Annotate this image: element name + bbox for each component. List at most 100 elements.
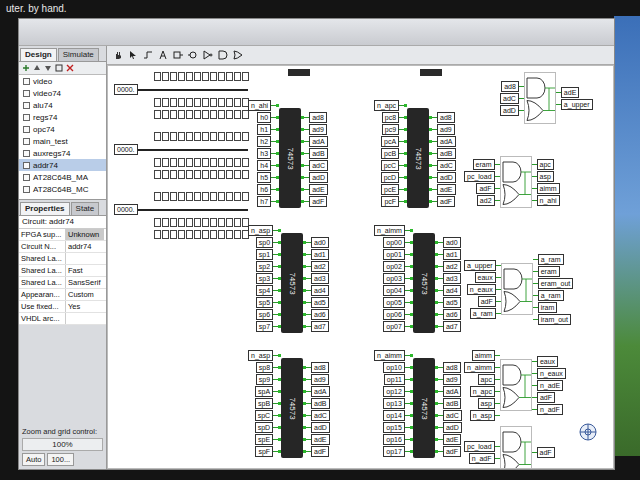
tunnel-label[interactable]: ad7 [443,321,461,332]
tunnel-label[interactable]: op05 [383,297,405,308]
tunnel-label[interactable]: spB [255,398,273,409]
tunnel-label[interactable]: spF [255,446,273,457]
property-row[interactable]: Shared La... Fast [19,265,106,277]
tunnel-label[interactable]: ad4 [311,285,329,296]
tunnel-label[interactable]: op14 [383,410,405,421]
bus-splitter[interactable]: 0000. [114,132,249,179]
tunnel-label[interactable]: spA [255,386,273,397]
property-row[interactable]: Appearan... Custom [19,289,106,301]
tunnel-label[interactable]: n_adE [537,380,563,391]
logic-block[interactable]: ad8adCadD adEa_upper [500,72,593,124]
tunnel-label[interactable]: sp9 [256,374,273,385]
tunnel-label[interactable]: adF [476,183,494,194]
tunnel-label[interactable]: adD [443,422,462,433]
tunnel-label[interactable]: op11 [384,374,405,385]
tunnel-label[interactable]: a_upper [464,260,496,271]
tunnel-label[interactable]: op13 [383,398,405,409]
tunnel-label[interactable]: h7 [257,196,271,207]
tunnel-label[interactable]: ad1 [311,249,329,260]
logic-block[interactable]: pc_loadn_adF adF [464,426,555,469]
tunnel-label[interactable]: n_aimm [464,362,495,373]
tree-item[interactable]: addr74 [19,159,106,171]
tunnel-label[interactable]: ad0 [443,237,461,248]
zoom-field[interactable]: 100... [47,453,74,466]
tunnel-label[interactable]: adE [561,87,579,98]
tunnel-label[interactable]: adD [500,105,519,116]
tunnel-label[interactable]: asp [478,398,495,409]
bus-label[interactable]: 0000. [114,144,138,155]
down-icon[interactable] [44,64,52,72]
property-row[interactable]: Shared La... [19,253,106,265]
tree-item[interactable]: opc74 [19,123,106,135]
tunnel-label[interactable]: adF [478,296,496,307]
tunnel-label[interactable]: h2 [257,136,271,147]
tree-item[interactable]: AT28C64B_MA [19,171,106,183]
tunnel-label[interactable]: n_aimm [374,350,405,361]
tunnel-label[interactable]: eaux [475,272,496,283]
tunnel-label[interactable]: n_adF [469,453,495,464]
tunnel-label[interactable]: sp0 [256,237,273,248]
latch-chip[interactable]: n_ahi h0h1h2h3h4h5h6h7 74573 ad8ad9adAad… [248,100,328,208]
tunnel-label[interactable]: pc_load [464,171,495,182]
latch-chip[interactable]: n_aimm op10op11op12op13op14op15op16op17 … [374,350,462,458]
tunnel-label[interactable]: adB [311,398,329,409]
tunnel-label[interactable]: adE [309,184,327,195]
tunnel-label[interactable]: pcC [381,160,399,171]
navigate-icon[interactable] [578,422,598,442]
tunnel-label[interactable]: sp5 [256,297,273,308]
tunnel-label[interactable]: adC [309,160,328,171]
tree-item[interactable]: video74 [19,87,106,99]
tunnel-label[interactable]: adB [443,398,461,409]
tunnel-label[interactable]: op12 [383,386,405,397]
pointer-icon[interactable] [128,50,138,60]
latch-chip[interactable]: n_asp sp8sp9spAspBspCspDspEspF 74573 ad8… [248,350,330,458]
tunnel-label[interactable]: n_asp [248,350,273,361]
tunnel-label[interactable]: adB [437,148,455,159]
tunnel-label[interactable]: eram [538,266,560,277]
tunnel-label[interactable]: op10 [383,362,405,373]
circuit-canvas[interactable]: 0000. 0000. 0000. n_ahi h0h1h2h3h4h5h6h7… [107,65,614,469]
tree-item[interactable]: AT28C64B_MC [19,183,106,195]
tunnel-label[interactable]: apc [537,159,554,170]
tunnel-label[interactable]: pcA [381,136,399,147]
tunnel-label[interactable]: adF [537,447,555,458]
tunnel-label[interactable]: op07 [383,321,405,332]
tunnel-label[interactable]: h3 [257,148,271,159]
tunnel-label[interactable]: ad6 [443,309,461,320]
tunnel-label[interactable]: adA [309,136,327,147]
tunnel-label[interactable]: n_asp [248,225,273,236]
up-icon[interactable] [33,64,41,72]
wire-icon[interactable] [143,50,153,60]
tunnel-label[interactable]: a_ram [470,308,496,319]
tunnel-label[interactable]: ad2 [443,261,461,272]
bus-splitter[interactable]: 0000. [114,192,249,239]
tunnel-label[interactable]: op01 [383,249,405,260]
tunnel-label[interactable]: adF [437,196,455,207]
tunnel-label[interactable]: ad8 [501,81,519,92]
tunnel-label[interactable]: n_apc [374,100,399,111]
tunnel-label[interactable]: adE [311,434,329,445]
tunnel-label[interactable]: ad8 [437,112,455,123]
latch-chip[interactable]: n_aimm op00op01op02op03op04op05op06op07 … [374,225,461,333]
tunnel-label[interactable]: sp6 [256,309,273,320]
input-pin-icon[interactable] [173,50,183,60]
tunnel-label[interactable]: ad8 [311,362,329,373]
tunnel-label[interactable]: eaux [537,356,558,367]
tunnel-label[interactable]: op16 [383,434,405,445]
tunnel-label[interactable]: ad1 [443,249,461,260]
tunnel-label[interactable]: ad2 [477,195,495,206]
tunnel-label[interactable]: adC [311,410,330,421]
tunnel-label[interactable]: sp7 [256,321,273,332]
tunnel-label[interactable]: adC [500,93,519,104]
tunnel-label[interactable]: adB [309,148,327,159]
tunnel-label[interactable]: ad0 [311,237,329,248]
tab[interactable]: Simulate [58,48,99,61]
tunnel-label[interactable]: sp3 [256,273,273,284]
bus-splitter[interactable]: 0000. [114,72,249,119]
tree-item[interactable]: alu74 [19,99,106,111]
tunnel-label[interactable]: a_ram [538,290,564,301]
tree-item[interactable]: regs74 [19,111,106,123]
hand-icon[interactable] [113,50,123,60]
tunnel-label[interactable]: sp4 [256,285,273,296]
tunnel-label[interactable]: adF [443,446,461,457]
